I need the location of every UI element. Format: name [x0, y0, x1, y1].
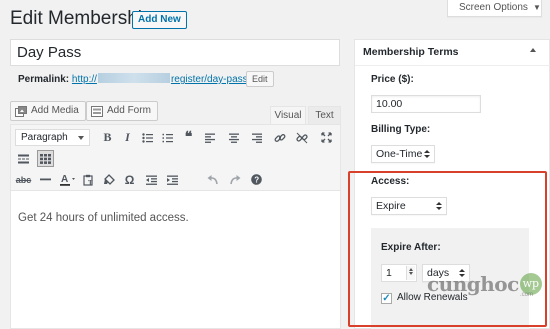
undo-icon[interactable] [204, 171, 221, 188]
add-form-label: Add Form [107, 105, 151, 116]
post-title-input[interactable]: Day Pass [10, 39, 340, 66]
price-label: Price ($): [371, 74, 414, 85]
permalink-suffix: register/day-pass/ [170, 74, 251, 85]
svg-text:?: ? [254, 176, 259, 185]
indent-icon[interactable] [164, 171, 181, 188]
chevron-down-icon: ▼ [532, 3, 541, 12]
permalink-label: Permalink: [18, 74, 70, 85]
editor-content-text: Get 24 hours of unlimited access. [18, 212, 189, 224]
outdent-icon[interactable] [143, 171, 160, 188]
billing-type-select[interactable]: One-Time [371, 145, 435, 163]
chevron-down-icon [78, 136, 84, 140]
numbered-list-icon[interactable] [159, 129, 176, 146]
clear-formatting-icon[interactable] [100, 171, 117, 188]
edit-permalink-button[interactable]: Edit [246, 71, 274, 87]
paste-text-icon[interactable]: T [80, 171, 97, 188]
unlink-icon[interactable] [293, 129, 310, 146]
horizontal-line-icon[interactable] [37, 171, 54, 188]
add-media-label: Add Media [31, 105, 79, 116]
strikethrough-icon[interactable]: abc [15, 171, 32, 188]
italic-icon[interactable]: I [119, 129, 136, 146]
select-arrows-icon [424, 150, 430, 160]
special-character-icon[interactable]: Ω [121, 171, 138, 188]
price-input[interactable]: 10.00 [371, 95, 481, 113]
watermark-text: cunghoc [427, 272, 519, 296]
highlight-box [348, 171, 547, 327]
svg-text:A: A [61, 174, 68, 185]
add-form-button[interactable]: Add Form [86, 101, 158, 121]
fullscreen-icon[interactable] [318, 129, 335, 146]
format-select[interactable]: Paragraph [15, 129, 90, 146]
tab-visual[interactable]: Visual [270, 106, 306, 124]
link-icon[interactable] [271, 129, 288, 146]
help-icon[interactable]: ? [248, 171, 265, 188]
align-center-icon[interactable] [225, 129, 242, 146]
bullet-list-icon[interactable] [139, 129, 156, 146]
permalink: Permalink: http:// register/day-pass/ [18, 73, 250, 87]
form-icon [91, 105, 103, 117]
toolbar-toggle-icon[interactable] [37, 150, 54, 167]
watermark-domain: .com [520, 292, 534, 298]
blockquote-icon[interactable]: ❝ [180, 129, 197, 146]
redacted-url [97, 73, 170, 83]
text-color-icon[interactable]: A [59, 171, 76, 188]
membership-terms-title: Membership Terms [363, 46, 459, 58]
billing-type-label: Billing Type: [371, 124, 431, 135]
add-new-button[interactable]: Add New [132, 11, 187, 29]
read-more-icon[interactable] [15, 150, 32, 167]
add-media-button[interactable]: Add Media [10, 101, 86, 121]
format-select-value: Paragraph [21, 132, 68, 143]
screen-options-button[interactable]: Screen Options ▼ [447, 0, 542, 17]
screen-options-label: Screen Options [459, 2, 528, 13]
collapse-arrow-icon[interactable] [530, 48, 536, 52]
align-left-icon[interactable] [201, 129, 218, 146]
redo-icon[interactable] [226, 171, 243, 188]
permalink-link[interactable]: http:// register/day-pass/ [71, 73, 251, 85]
tab-text[interactable]: Text [308, 106, 341, 124]
billing-type-value: One-Time [376, 148, 423, 160]
media-icon [15, 105, 27, 117]
svg-text:T: T [88, 179, 93, 186]
bold-icon[interactable]: B [99, 129, 116, 146]
permalink-prefix: http:// [71, 74, 97, 85]
align-right-icon[interactable] [248, 129, 265, 146]
